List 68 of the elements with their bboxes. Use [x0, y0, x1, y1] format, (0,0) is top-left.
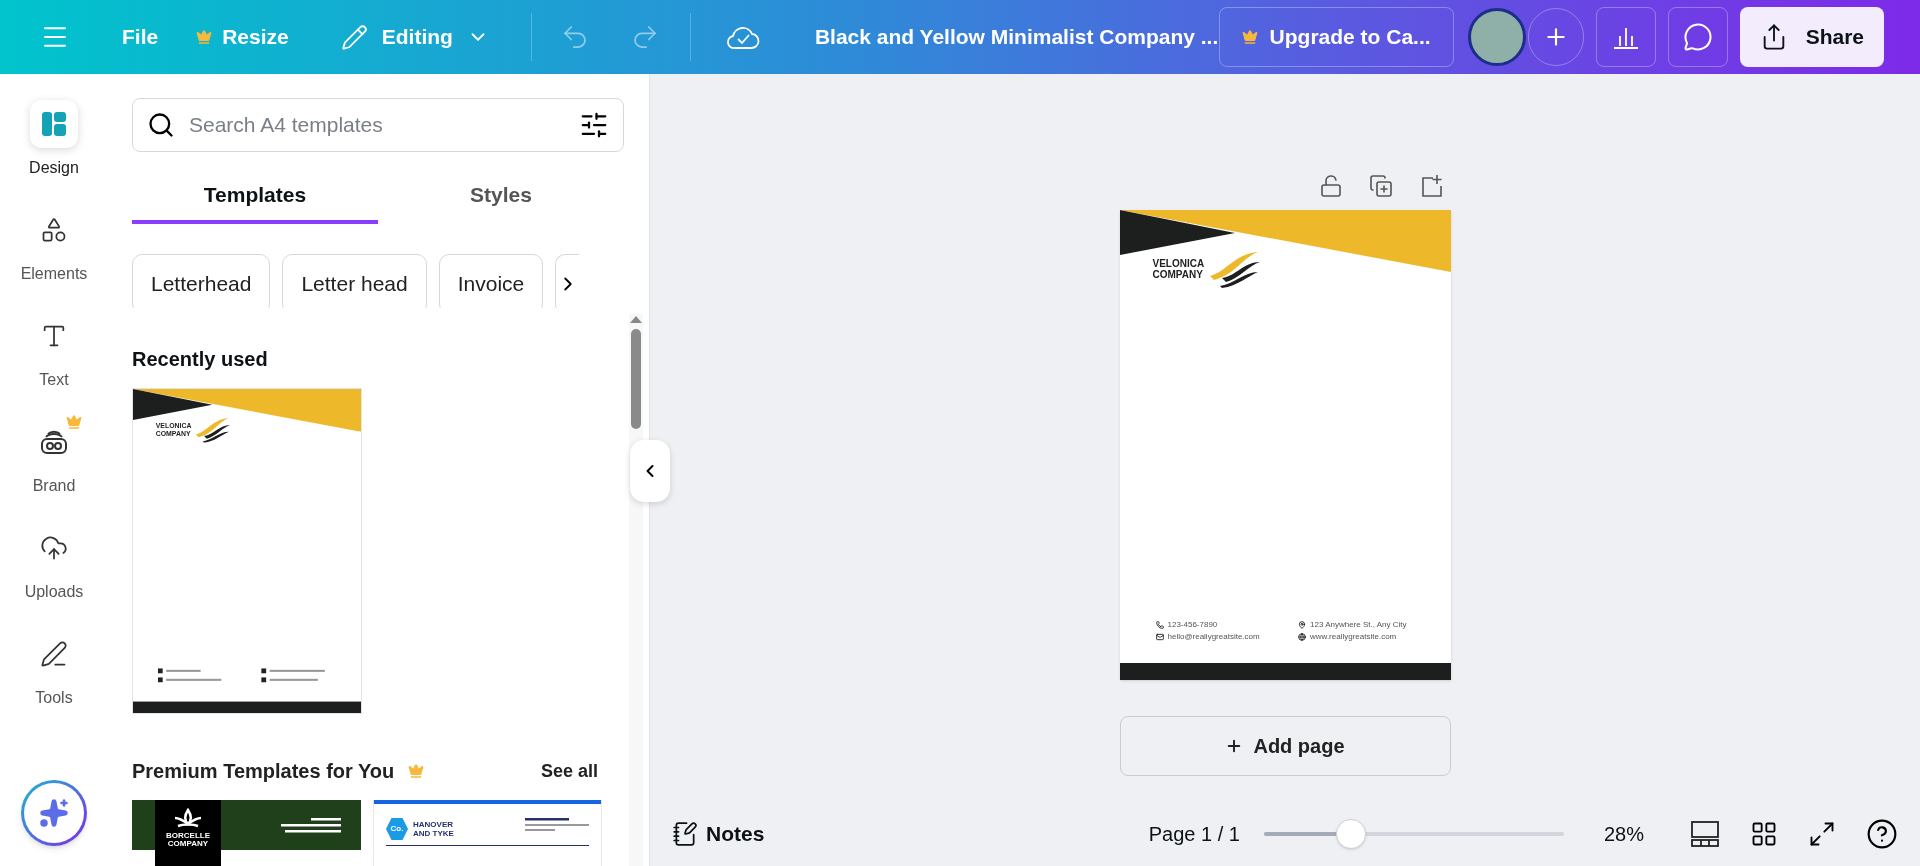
contact-text: hello@reallygreatsite.com: [1167, 632, 1260, 641]
rail-tab[interactable]: Design: [4, 100, 104, 180]
business-card-thumbnail[interactable]: BORCELLE COMPANY: [132, 800, 361, 866]
zoom-percentage[interactable]: 28%: [1603, 819, 1644, 849]
help-icon: [1866, 818, 1898, 850]
grid-view-button[interactable]: [1750, 820, 1778, 848]
hexagon-badge: Co.: [386, 818, 408, 840]
comment-icon: [1682, 22, 1713, 52]
filmstrip-icon: [1690, 820, 1720, 848]
contact-lines-drawing: [281, 818, 341, 834]
zoom-slider-thumb[interactable]: [1335, 819, 1366, 849]
rail-tab[interactable]: Tools: [4, 630, 104, 710]
magic-assistant-button[interactable]: [21, 780, 87, 846]
section-heading: Recently used: [132, 346, 269, 372]
globe-icon: [1298, 632, 1306, 641]
help-button[interactable]: [1866, 818, 1898, 850]
contact-text: 123 Anywhere St., Any City: [1310, 620, 1407, 629]
rail-tab[interactable]: Brand: [4, 418, 104, 498]
scrollbar[interactable]: [629, 314, 643, 866]
document-title[interactable]: Black and Yellow Minimalist Company ...: [814, 21, 1219, 53]
search-bar[interactable]: Search A4 templates: [132, 98, 624, 152]
rail-tab[interactable]: Elements: [4, 206, 104, 286]
duplicate-page-icon[interactable]: [1368, 174, 1393, 198]
unlock-icon[interactable]: [1318, 174, 1343, 198]
rail-tab[interactable]: Uploads: [4, 524, 104, 604]
swoosh-logo-icon: [194, 416, 232, 443]
cloud-upload-icon: [40, 534, 68, 562]
share-button[interactable]: Share: [1739, 7, 1884, 67]
layout-icon: [41, 111, 67, 137]
contact-text: 123-456-7890: [1167, 620, 1218, 629]
search-field[interactable]: Search A4 templates: [189, 109, 565, 141]
location-pin-icon: [1298, 620, 1306, 629]
shapes-icon: [40, 216, 68, 244]
grid-icon: [1750, 820, 1778, 848]
company-name: HANOVER AND TYKE: [413, 820, 454, 838]
pen-icon: [40, 640, 68, 668]
upgrade-button[interactable]: Upgrade to Ca...: [1218, 7, 1454, 67]
lotus-logo-icon: [173, 808, 203, 830]
fullscreen-button[interactable]: [1808, 820, 1836, 848]
crown-icon: [196, 29, 213, 45]
panel-tab[interactable]: Templates: [132, 169, 378, 224]
crown-icon: [408, 763, 425, 779]
section-heading: Premium Templates for You: [132, 759, 395, 784]
business-card-thumbnail[interactable]: Co. HANOVER AND TYKE: [373, 800, 602, 866]
rail-tab[interactable]: Text: [4, 312, 104, 392]
zoom-slider[interactable]: [1263, 819, 1564, 849]
crown-icon: [1241, 29, 1258, 45]
insights-button[interactable]: [1595, 7, 1656, 67]
page-view-button[interactable]: [1690, 820, 1720, 848]
panel-tab[interactable]: Styles: [378, 169, 624, 224]
expand-icon: [1808, 820, 1836, 848]
add-page-button[interactable]: Add page: [1119, 716, 1451, 776]
contact-text: www.reallygreatsite.com: [1310, 632, 1397, 641]
brand-kit-icon: [40, 429, 68, 455]
avatar-photo[interactable]: [1467, 8, 1526, 66]
contact-lines-drawing: [525, 818, 589, 834]
search-icon: [147, 110, 175, 139]
company-name: VELONICA COMPANY: [1152, 258, 1205, 280]
see-all-link[interactable]: See all: [540, 757, 598, 785]
notes-icon: [672, 821, 698, 847]
sparkle-icon: [39, 798, 69, 828]
mail-icon: [1155, 632, 1164, 641]
phone-icon: [1155, 620, 1164, 629]
company-name: BORCELLE COMPANY: [166, 832, 210, 848]
pencil-icon: [340, 23, 368, 51]
comments-button[interactable]: [1667, 7, 1728, 67]
notes-button[interactable]: Notes: [672, 818, 765, 850]
page-indicator[interactable]: Page 1 / 1: [1148, 819, 1240, 849]
